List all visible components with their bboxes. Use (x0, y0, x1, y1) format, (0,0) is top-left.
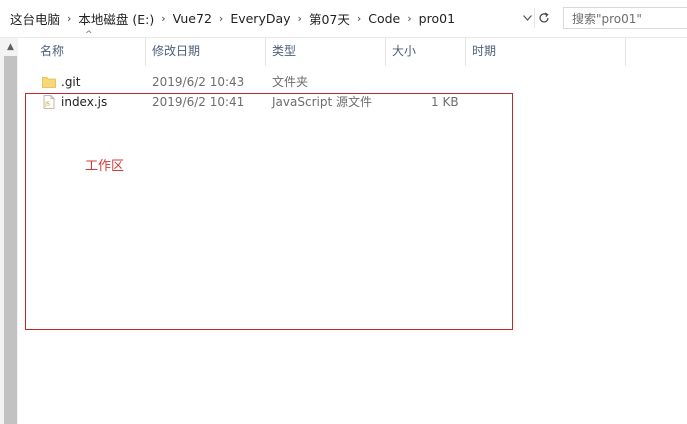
column-header-bar: 名称 修改日期 类型 大小 时期 (20, 38, 687, 66)
workspace-annotation-box (25, 93, 513, 330)
chevron-right-icon[interactable]: › (158, 12, 168, 25)
scrollbar[interactable] (4, 56, 17, 424)
chevron-right-icon[interactable]: › (64, 12, 74, 25)
refresh-icon (539, 12, 549, 23)
sort-ascending-icon: ^ (85, 30, 93, 40)
file-row[interactable]: .git 2019/6/2 10:43 文件夹 (20, 72, 480, 92)
breadcrumb-item[interactable]: EveryDay (226, 11, 294, 26)
refresh-button[interactable] (534, 8, 553, 28)
column-header-size[interactable]: 大小 (386, 38, 466, 66)
chevron-right-icon[interactable]: › (404, 12, 414, 25)
search-input[interactable]: 搜索"pro01" (563, 7, 687, 29)
scroll-up-icon[interactable]: ▲ (4, 40, 17, 54)
chevron-right-icon[interactable]: › (295, 12, 305, 25)
file-modified: 2019/6/2 10:43 (152, 75, 245, 89)
folder-icon (42, 77, 56, 88)
chevron-right-icon[interactable]: › (216, 12, 226, 25)
breadcrumb-item[interactable]: 本地磁盘 (E:) (74, 9, 158, 28)
breadcrumb-item[interactable]: pro01 (415, 11, 459, 26)
column-header-time[interactable]: 时期 (466, 38, 626, 66)
file-name: .git (61, 75, 81, 89)
workspace-annotation-label: 工作区 (85, 159, 125, 174)
breadcrumb-item[interactable]: 第07天 (305, 9, 354, 28)
breadcrumb-item[interactable]: Code (364, 11, 404, 26)
file-type: 文件夹 (272, 75, 309, 89)
breadcrumb-item[interactable]: Vue72 (169, 11, 216, 26)
column-header-type[interactable]: 类型 (266, 38, 386, 66)
column-header-name[interactable]: 名称 (20, 38, 146, 66)
chevron-down-icon (522, 15, 532, 21)
address-bar: 这台电脑 › 本地磁盘 (E:) › Vue72 › EveryDay › 第0… (0, 0, 687, 38)
breadcrumb: 这台电脑 › 本地磁盘 (E:) › Vue72 › EveryDay › 第0… (0, 7, 530, 29)
chevron-right-icon[interactable]: › (354, 12, 364, 25)
breadcrumb-item[interactable]: 这台电脑 (0, 9, 64, 28)
search-placeholder: 搜索"pro01" (572, 11, 642, 26)
column-header-modified[interactable]: 修改日期 (146, 38, 266, 66)
